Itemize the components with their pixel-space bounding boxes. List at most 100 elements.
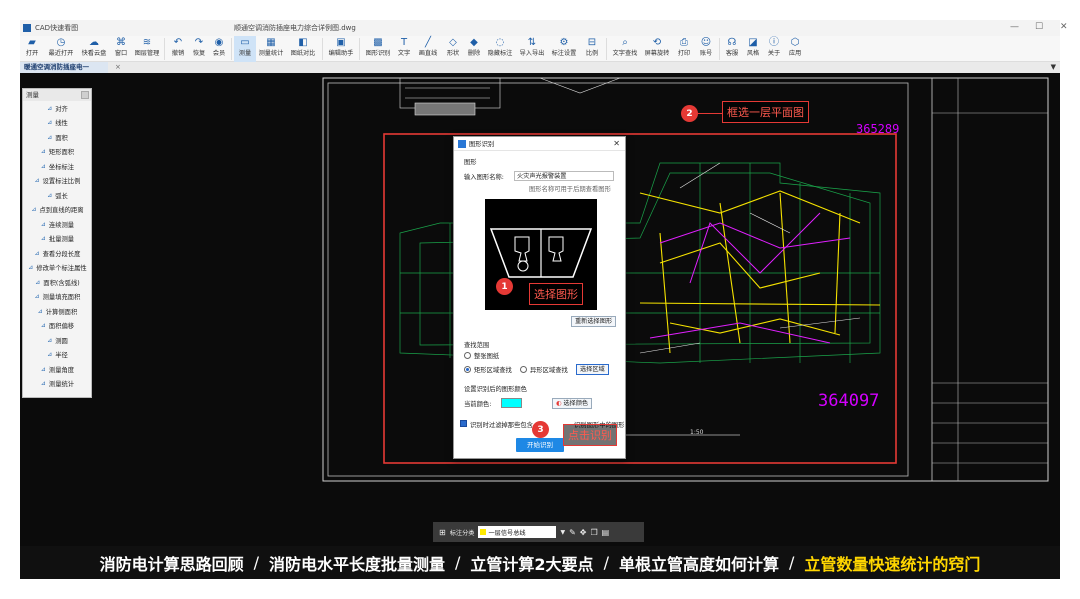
hide-icon: ◌	[495, 37, 505, 48]
grid-icon[interactable]: ⊞	[439, 528, 446, 537]
measure-tool-item[interactable]: ⊿ 修改单个标注属性	[23, 261, 91, 276]
measure-tool-item[interactable]: ⊿ 测量角度	[23, 362, 91, 377]
layer-select[interactable]: 一层信号总线	[478, 526, 557, 538]
radio-icon[interactable]	[520, 366, 527, 373]
radio-selected-icon[interactable]	[464, 366, 471, 373]
toolbar-shape-button[interactable]: ◇ 形状	[442, 36, 464, 62]
measure-tool-item[interactable]: ⊿ 连续测量	[23, 217, 91, 232]
banner-separator: /	[603, 553, 609, 572]
toolbar-undo-button[interactable]: ↶ 撤销	[167, 36, 189, 62]
copy-icon[interactable]: ❐	[590, 528, 597, 537]
radio-irregular-area[interactable]: 异形区域查找	[520, 365, 568, 374]
shape-name-input[interactable]: 火灾声光报警装置	[514, 171, 614, 181]
annotation-category-label: 标注分类	[449, 529, 475, 537]
print-icon: ⎙	[680, 37, 688, 48]
measure-tool-label: 批量测量	[48, 236, 75, 244]
toolbar-label: 账号	[699, 50, 713, 57]
toolbar-rotate-button[interactable]: ⟲ 屏幕旋转	[641, 36, 673, 62]
toolbar-style-button[interactable]: ◪ 风格	[742, 36, 764, 62]
chevron-down-icon[interactable]: ▼	[560, 529, 565, 536]
select-color-button[interactable]: ◐ 选择颜色	[552, 398, 593, 409]
toolbar-cloud-button[interactable]: ☁ 快看云盘	[78, 36, 110, 62]
toolbar-window-button[interactable]: ⌘ 窗口	[110, 36, 132, 62]
measure-tool-label: 查看分段长度	[42, 250, 81, 258]
dialog-app-icon	[458, 139, 466, 148]
toolbar-label: 关于	[767, 50, 781, 57]
toolbar-hide-button[interactable]: ◌ 隐藏标注	[484, 36, 516, 62]
radio-whole-drawing[interactable]: 整张图纸	[464, 351, 499, 360]
toolbar-vip-button[interactable]: ◉ 会员	[209, 36, 229, 62]
dialog-close-icon[interactable]: ✕	[613, 139, 620, 148]
tab-dropdown-icon[interactable]: ▼	[1051, 62, 1056, 73]
measure-tool-item[interactable]: ⊿ 批量测量	[23, 232, 91, 247]
select-area-button[interactable]: 选择区域	[576, 364, 609, 375]
toolbar-text-search-button[interactable]: ⌕ 文字查找	[609, 36, 641, 62]
paste-icon[interactable]: ▤	[602, 528, 610, 537]
maximize-button[interactable]: ☐	[1035, 22, 1043, 32]
measure-tool-item[interactable]: ⊿ 测圆	[23, 333, 91, 348]
pin-icon[interactable]	[81, 91, 89, 99]
measure-tool-item[interactable]: ⊿ 查看分段长度	[23, 246, 91, 261]
toolbar-measure-stats-button[interactable]: ▦ 测量统计	[256, 36, 286, 62]
close-button[interactable]: ✕	[1060, 22, 1068, 32]
color-swatch[interactable]	[501, 398, 522, 408]
measure-tool-label: 弧长	[55, 192, 68, 200]
measure-tool-item[interactable]: ⊿ 矩形面积	[23, 145, 91, 160]
measure-tool-icon: ⊿	[47, 336, 53, 344]
minimize-button[interactable]: —	[1010, 22, 1019, 32]
toolbar-compare-button[interactable]: ◧ 图纸对比	[286, 36, 320, 62]
toolbar-layers-button[interactable]: ≋ 图层管理	[132, 36, 162, 62]
measure-tool-item[interactable]: ⊿ 点到直线的距离	[23, 203, 91, 218]
document-tab[interactable]: 暖通空调消防插座电一	[20, 62, 108, 73]
toolbar-label: 测量统计	[258, 50, 284, 57]
toolbar-import-export-button[interactable]: ⇅ 导入导出	[516, 36, 548, 62]
toolbar-shape-recognize-button[interactable]: ▩ 图形识别	[362, 36, 394, 62]
toolbar-label: 应用	[788, 50, 802, 57]
measure-tool-item[interactable]: ⊿ 设置标注比例	[23, 174, 91, 189]
measure-tool-item[interactable]: ⊿ 线性	[23, 116, 91, 131]
toolbar-print-button[interactable]: ⎙ 打印	[673, 36, 695, 62]
measure-tool-item[interactable]: ⊿ 计算侧面积	[23, 304, 91, 319]
reselect-shape-button[interactable]: 重新选择图形	[571, 316, 617, 327]
toolbar-clock-button[interactable]: ◷ 最近打开	[44, 36, 78, 62]
toolbar-user-button[interactable]: ☺ 账号	[695, 36, 717, 62]
toolbar-info-button[interactable]: ⓘ 关于	[764, 36, 784, 62]
search-range-label: 查找范围	[464, 342, 490, 349]
toolbar-text-button[interactable]: T 文字	[394, 36, 414, 62]
start-recognition-button[interactable]: 开始识别	[516, 438, 564, 452]
toolbar-eraser-button[interactable]: ◆ 删除	[464, 36, 484, 62]
measure-tool-item[interactable]: ⊿ 面积偏移	[23, 319, 91, 334]
toolbar-folder-button[interactable]: ▰ 打开	[20, 36, 44, 62]
toolbar-measure-button[interactable]: ▭ 测量	[234, 36, 256, 62]
redo-icon: ↷	[194, 37, 204, 48]
measure-tool-icon: ⊿	[34, 249, 40, 257]
measure-tool-item[interactable]: ⊿ 弧长	[23, 188, 91, 203]
tab-close-icon[interactable]: ×	[115, 62, 121, 73]
toolbar-line-button[interactable]: ╱ 画直线	[414, 36, 442, 62]
folder-icon: ▰	[28, 37, 36, 48]
radio-icon[interactable]	[464, 352, 471, 359]
toolbar-edit-helper-button[interactable]: ▣ 编辑助手	[325, 36, 357, 62]
measure-tool-item[interactable]: ⊿ 坐标标注	[23, 159, 91, 174]
filter-checkbox[interactable]	[460, 420, 467, 427]
measure-tool-icon: ⊿	[28, 264, 34, 272]
measure-tool-item[interactable]: ⊿ 半径	[23, 348, 91, 363]
measure-tool-item[interactable]: ⊿ 对齐	[23, 101, 91, 116]
toolbar-label: 快看云盘	[81, 50, 107, 57]
toolbar-redo-button[interactable]: ↷ 恢复	[189, 36, 209, 62]
edit-icon[interactable]: ✎	[569, 528, 576, 537]
move-icon[interactable]: ✥	[580, 528, 587, 537]
measure-tool-icon: ⊿	[47, 351, 53, 359]
measure-tool-item[interactable]: ⊿ 面积(含弧线)	[23, 275, 91, 290]
measure-tool-item[interactable]: ⊿ 测量填充面积	[23, 290, 91, 305]
radio-rect-area[interactable]: 矩形区域查找	[464, 365, 512, 374]
measure-tool-icon: ⊿	[34, 177, 40, 185]
radio-label: 矩形区域查找	[474, 367, 512, 374]
toolbar-apps-button[interactable]: ⬡ 应用	[784, 36, 806, 62]
measure-tool-item[interactable]: ⊿ 面积	[23, 130, 91, 145]
palette-icon: ◐	[556, 400, 562, 407]
toolbar-annotation-settings-button[interactable]: ⚙ 标注设置	[548, 36, 580, 62]
toolbar-scale-button[interactable]: ⊟ 比例	[580, 36, 604, 62]
measure-tool-item[interactable]: ⊿ 测量统计	[23, 377, 91, 392]
toolbar-headset-button[interactable]: ☊ 客服	[722, 36, 742, 62]
